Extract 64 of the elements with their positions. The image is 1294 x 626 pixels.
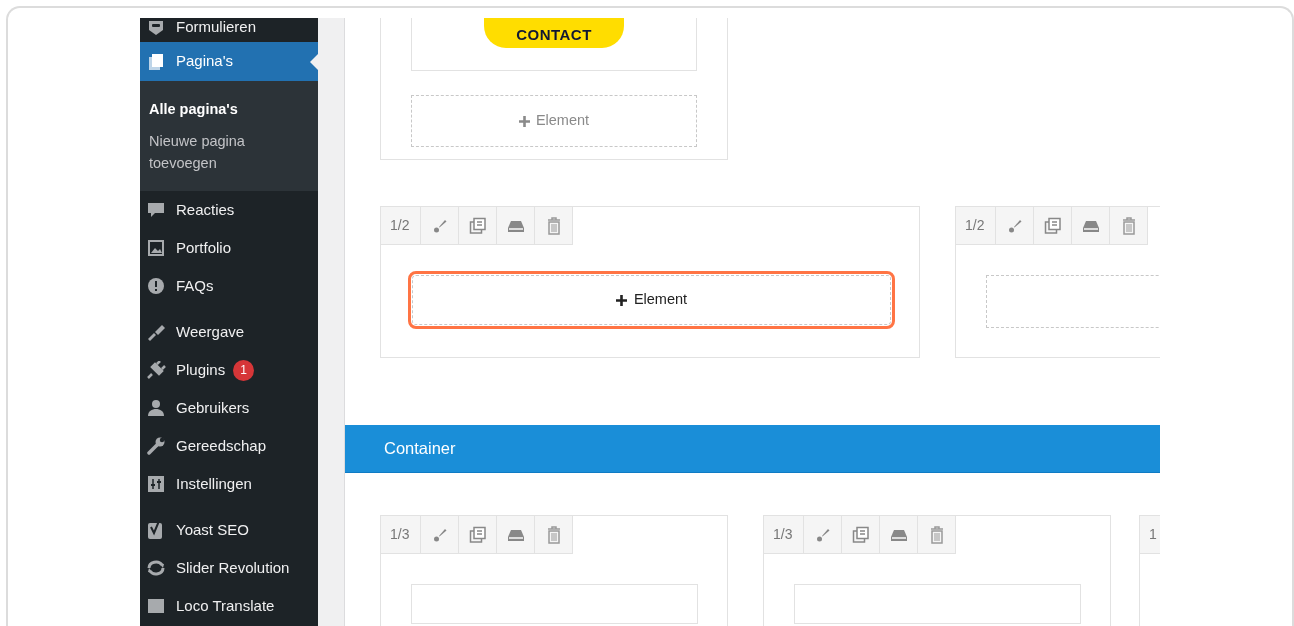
drive-button[interactable] — [1072, 207, 1110, 245]
trash-button[interactable] — [1110, 207, 1148, 245]
sidebar-item[interactable]: Reacties — [140, 191, 318, 229]
person-icon — [146, 398, 166, 418]
submenu-item[interactable]: Alle pagina's — [149, 93, 269, 125]
plus-icon — [518, 115, 530, 127]
add-element-button[interactable]: Element — [408, 271, 895, 329]
brush-icon — [431, 526, 448, 543]
paintbrush-icon — [146, 322, 166, 342]
trash-button[interactable] — [535, 207, 573, 245]
sidebar-item[interactable]: Slider Revolution — [140, 549, 318, 587]
trash-icon — [928, 525, 945, 544]
column-size-label: 1/2 — [956, 207, 996, 245]
sliders-icon — [146, 474, 166, 494]
brush-icon — [814, 526, 831, 543]
wrench-icon — [146, 436, 166, 456]
sidebar-item[interactable]: Instellingen — [140, 465, 318, 503]
drive-button[interactable] — [497, 207, 535, 245]
trash-icon — [545, 216, 562, 235]
contact-button[interactable]: CONTACT — [484, 18, 624, 48]
trash-button[interactable] — [535, 516, 573, 554]
column-size-label: 1/3 — [381, 516, 421, 554]
copy-icon — [851, 525, 870, 544]
sidebar-item[interactable]: Formulieren — [140, 18, 318, 42]
sidebar-item[interactable]: Weergave — [140, 313, 318, 351]
sidebar-item[interactable]: Pagina's — [140, 42, 318, 81]
sidebar-item[interactable]: Yoast SEO — [140, 511, 318, 549]
trash-icon — [1120, 216, 1137, 235]
notification-badge: 1 — [233, 359, 255, 381]
sidebar-item[interactable]: Plugins 1 — [140, 351, 318, 389]
copy-button[interactable] — [459, 516, 497, 554]
circular-arrows-icon — [146, 558, 166, 578]
column-size-label: 1/2 — [381, 207, 421, 245]
copy-icon — [468, 525, 487, 544]
submenu-item[interactable]: Nieuwe pagina toevoegen — [149, 125, 269, 179]
brush-button[interactable] — [804, 516, 842, 554]
image-frame-icon — [146, 238, 166, 258]
sidebar-item[interactable]: Loco Translate — [140, 587, 318, 625]
drive-button[interactable] — [497, 516, 535, 554]
copy-icon — [468, 216, 487, 235]
brush-button[interactable] — [996, 207, 1034, 245]
sidebar-item[interactable]: Portfolio — [140, 229, 318, 267]
copy-button[interactable] — [459, 207, 497, 245]
sidebar-item[interactable]: Gebruikers — [140, 389, 318, 427]
column-size-label: 1/3 — [764, 516, 804, 554]
sidebar-item[interactable]: Gereedschap — [140, 427, 318, 465]
container-title: Container — [384, 438, 456, 460]
brush-icon — [431, 217, 448, 234]
plug-icon — [146, 360, 166, 380]
drive-button[interactable] — [880, 516, 918, 554]
copy-button[interactable] — [1034, 207, 1072, 245]
pages-icon — [146, 51, 166, 72]
trash-button[interactable] — [918, 516, 956, 554]
speech-bubble-icon — [146, 200, 166, 220]
plus-icon — [615, 294, 627, 306]
column-size-label: 1 — [1140, 516, 1160, 554]
copy-icon — [1043, 216, 1062, 235]
brush-icon — [1006, 217, 1023, 234]
copy-button[interactable] — [842, 516, 880, 554]
exclamation-icon — [146, 276, 166, 296]
sidebar-item[interactable]: FAQs — [140, 267, 318, 305]
trash-icon — [545, 525, 562, 544]
brush-button[interactable] — [421, 516, 459, 554]
brush-button[interactable] — [421, 207, 459, 245]
